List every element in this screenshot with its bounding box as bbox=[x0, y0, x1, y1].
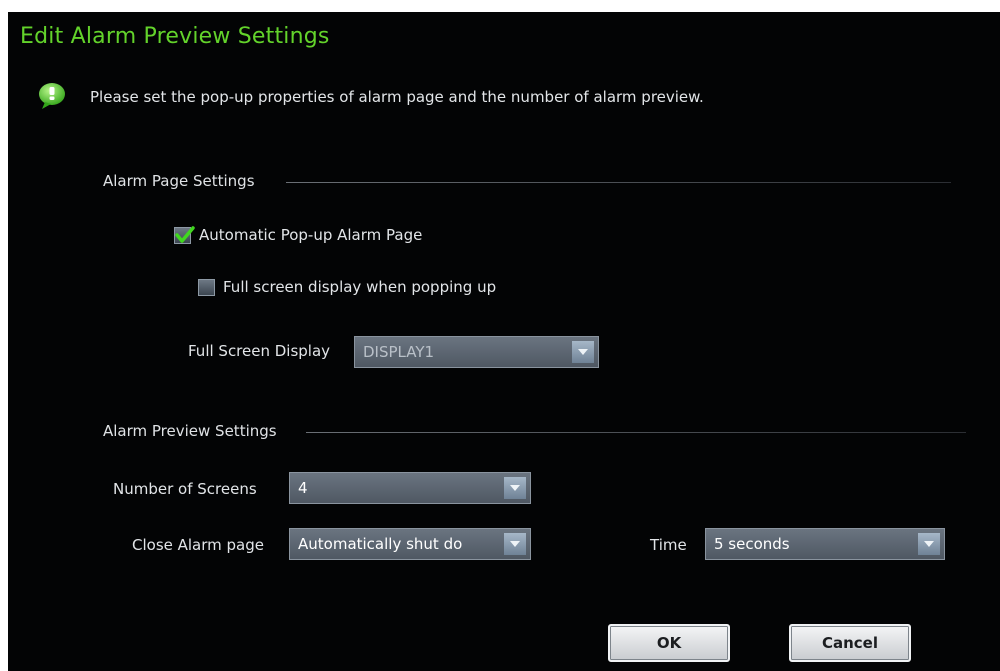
section-divider bbox=[306, 432, 966, 433]
full-screen-display-label: Full Screen Display bbox=[188, 342, 331, 360]
chevron-down-icon[interactable] bbox=[504, 477, 526, 499]
auto-popup-checkbox[interactable] bbox=[174, 225, 195, 244]
section-divider bbox=[286, 182, 951, 183]
full-screen-popup-label: Full screen display when popping up bbox=[223, 278, 497, 296]
full-screen-popup-checkbox-row[interactable]: Full screen display when popping up bbox=[198, 278, 496, 296]
time-select[interactable]: 5 seconds bbox=[705, 528, 945, 560]
close-alarm-page-label: Close Alarm page bbox=[132, 536, 264, 554]
checkmark-icon bbox=[175, 225, 195, 243]
full-screen-popup-checkbox[interactable] bbox=[198, 278, 215, 296]
time-label: Time bbox=[650, 536, 687, 554]
time-value: 5 seconds bbox=[714, 535, 790, 553]
info-bubble-icon bbox=[38, 82, 66, 110]
cancel-button[interactable]: Cancel bbox=[789, 624, 911, 662]
alarm-preview-settings-label: Alarm Preview Settings bbox=[103, 422, 277, 440]
chevron-down-icon[interactable] bbox=[572, 341, 594, 363]
alarm-page-settings-label: Alarm Page Settings bbox=[103, 172, 255, 190]
chevron-down-icon[interactable] bbox=[504, 533, 526, 555]
chevron-down-icon[interactable] bbox=[918, 533, 940, 555]
alarm-preview-dialog: Edit Alarm Preview Settings Please set t… bbox=[8, 12, 1000, 671]
info-text: Please set the pop-up properties of alar… bbox=[90, 88, 704, 106]
dialog-title: Edit Alarm Preview Settings bbox=[20, 24, 330, 49]
close-alarm-page-value: Automatically shut do bbox=[298, 535, 463, 553]
number-of-screens-value: 4 bbox=[298, 479, 308, 497]
full-screen-display-select[interactable]: DISPLAY1 bbox=[354, 336, 599, 368]
auto-popup-checkbox-row[interactable]: Automatic Pop-up Alarm Page bbox=[174, 225, 423, 244]
full-screen-display-value: DISPLAY1 bbox=[363, 343, 435, 361]
number-of-screens-label: Number of Screens bbox=[113, 480, 257, 498]
number-of-screens-select[interactable]: 4 bbox=[289, 472, 531, 504]
close-alarm-page-select[interactable]: Automatically shut do bbox=[289, 528, 531, 560]
auto-popup-label: Automatic Pop-up Alarm Page bbox=[199, 226, 423, 244]
ok-button[interactable]: OK bbox=[608, 624, 730, 662]
